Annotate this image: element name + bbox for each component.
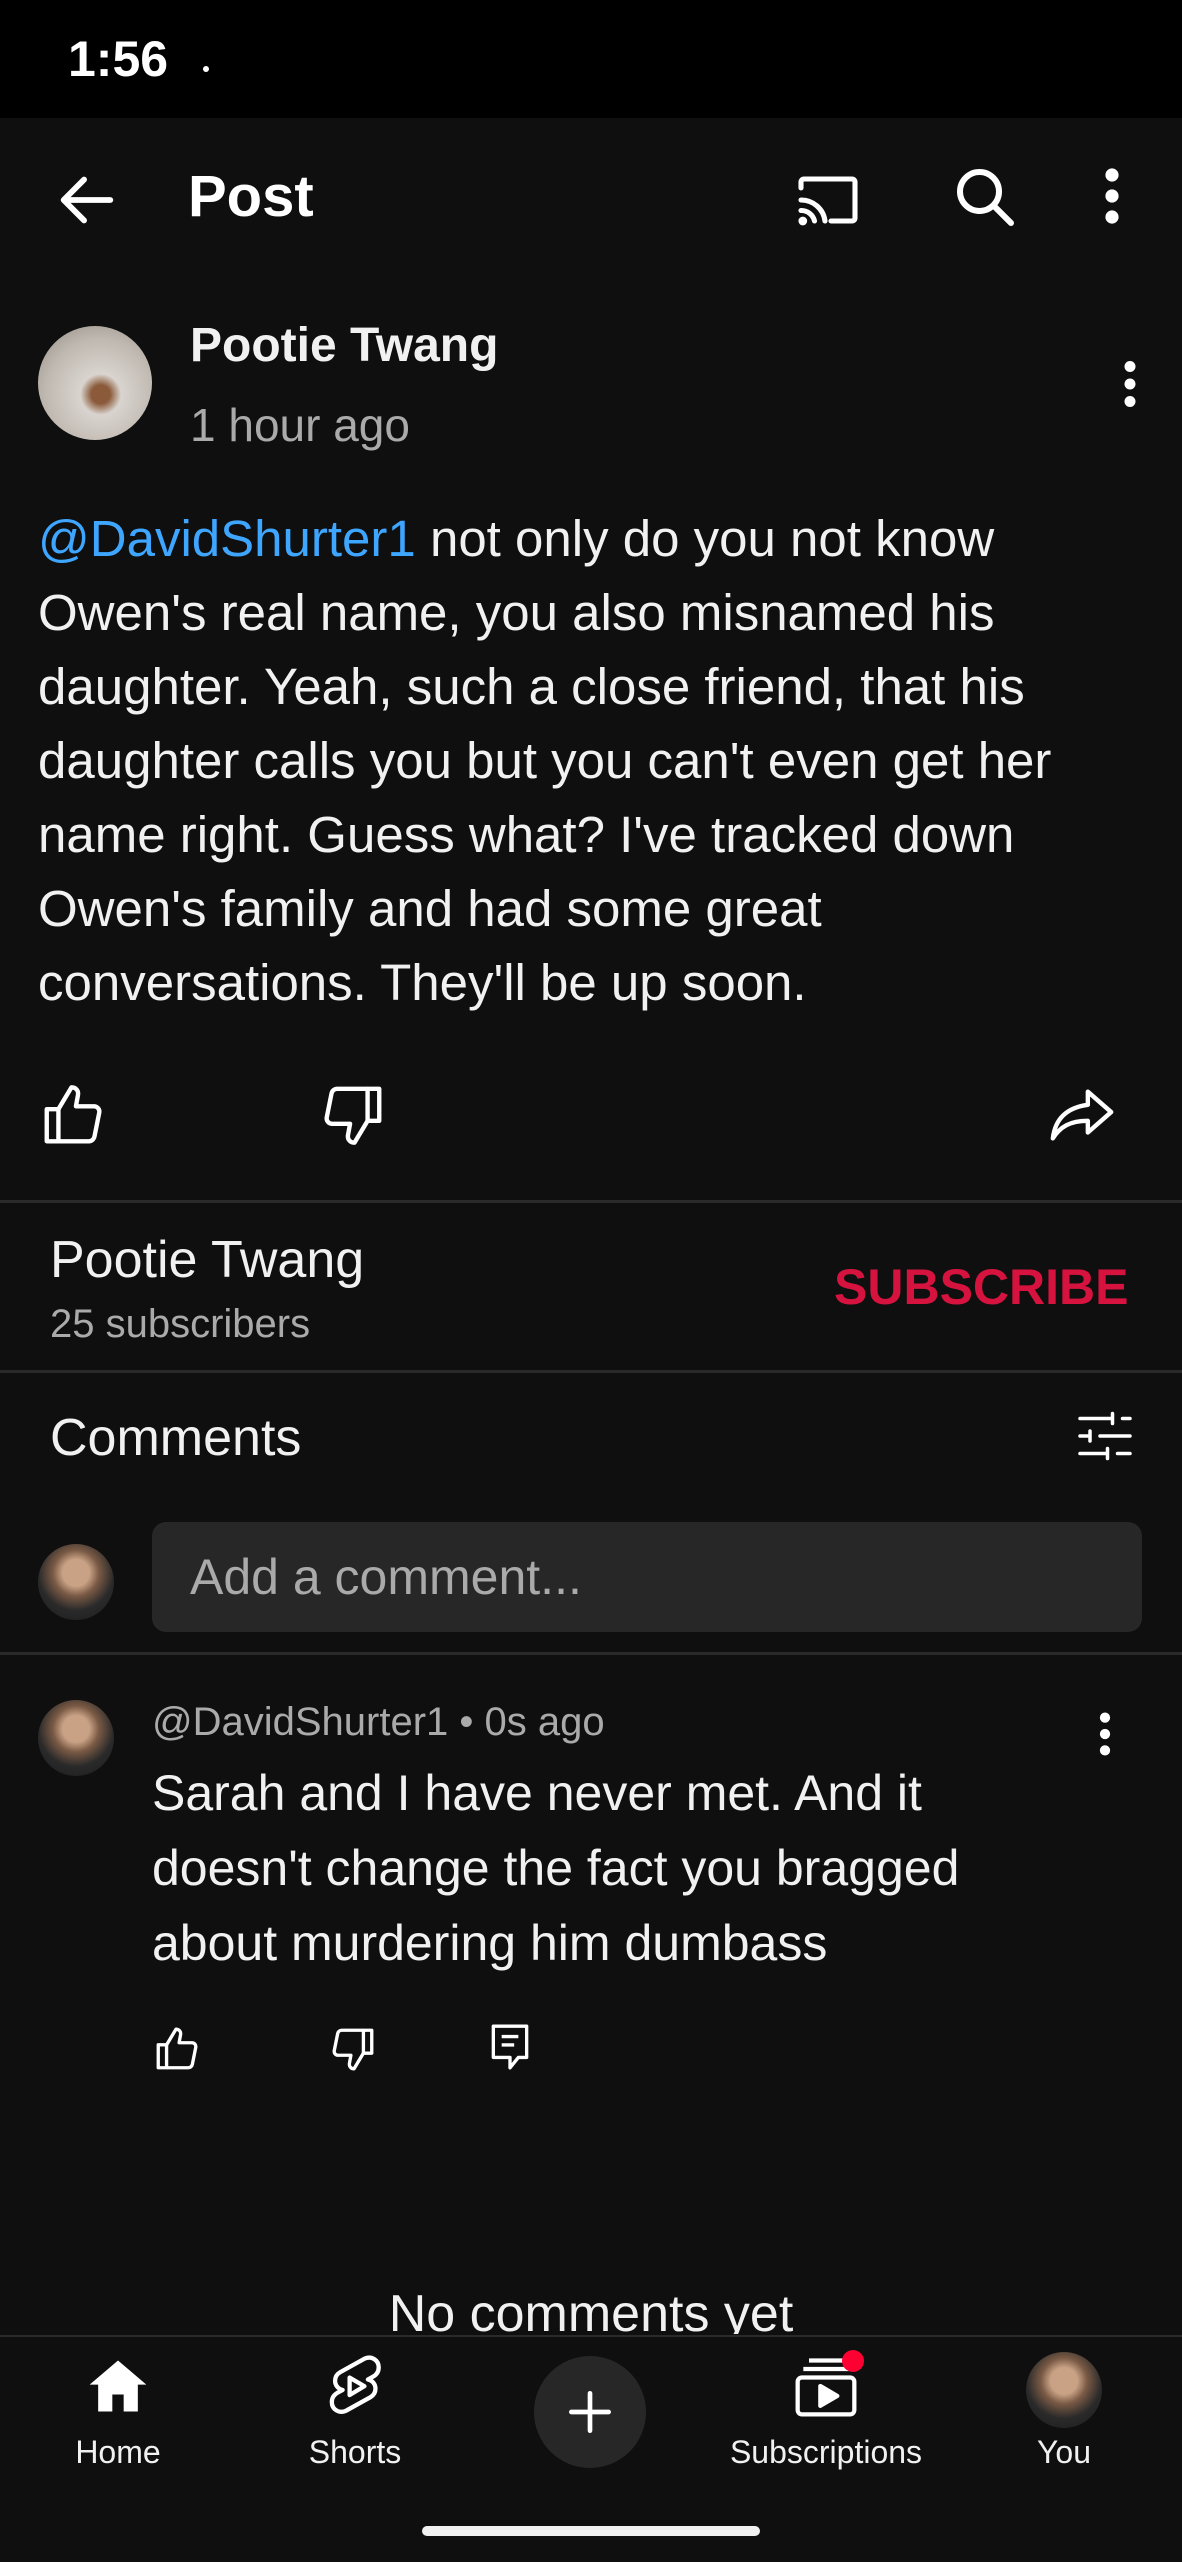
comments-heading: Comments <box>50 1409 302 1467</box>
divider <box>0 1370 1182 1373</box>
home-indicator[interactable] <box>422 2526 760 2536</box>
more-vert-icon[interactable] <box>1090 160 1134 232</box>
search-icon[interactable] <box>948 160 1020 232</box>
nav-label: You <box>1037 2434 1091 2470</box>
nav-you[interactable]: You <box>964 2352 1164 2472</box>
status-bar <box>0 0 1182 118</box>
nav-home[interactable]: Home <box>18 2352 218 2472</box>
notification-dot <box>203 66 209 72</box>
create-button[interactable] <box>534 2356 646 2468</box>
notification-badge <box>842 2350 864 2372</box>
nav-subscriptions[interactable]: Subscriptions <box>726 2352 926 2472</box>
mention-link[interactable]: @DavidShurter1 <box>38 510 416 567</box>
nav-shorts[interactable]: Shorts <box>255 2352 455 2472</box>
page-title: Post <box>188 164 314 229</box>
share-icon[interactable] <box>1046 1080 1118 1150</box>
nav-label: Shorts <box>308 2434 402 2470</box>
avatar <box>1026 2352 1102 2428</box>
reply-icon[interactable] <box>488 2022 532 2072</box>
divider <box>0 1200 1182 1203</box>
avatar[interactable] <box>38 1700 114 1776</box>
add-comment-input[interactable] <box>152 1522 1142 1632</box>
nav-label: Subscriptions <box>729 2434 923 2470</box>
status-time: 1:56 <box>68 31 169 87</box>
comment-more-icon[interactable] <box>1090 1706 1120 1762</box>
sort-filter-icon[interactable] <box>1074 1406 1136 1466</box>
thumb-down-icon[interactable] <box>328 2024 378 2074</box>
post-more-icon[interactable] <box>1110 354 1150 414</box>
post-author-avatar[interactable] <box>38 326 152 440</box>
avatar <box>38 1544 114 1620</box>
thumb-down-icon[interactable] <box>318 1080 388 1150</box>
comment-text: Sarah and I have never met. And it doesn… <box>152 1765 960 1971</box>
thumb-up-icon[interactable] <box>152 2024 202 2074</box>
post-timestamp: 1 hour ago <box>190 399 410 451</box>
post-text: @DavidShurter1 not only do you not know … <box>38 502 1148 1020</box>
channel-name[interactable]: Pootie Twang <box>50 1230 364 1290</box>
empty-comments-text: No comments yet <box>388 2285 794 2334</box>
post-author-name[interactable]: Pootie Twang <box>190 318 498 373</box>
home-icon <box>84 2352 152 2420</box>
shorts-icon <box>322 2352 388 2422</box>
back-arrow-icon[interactable] <box>52 165 122 235</box>
divider <box>0 1652 1182 1655</box>
nav-label: Home <box>75 2434 161 2470</box>
cast-icon[interactable] <box>792 164 864 236</box>
thumb-up-icon[interactable] <box>38 1080 108 1150</box>
subscriber-count: 25 subscribers <box>50 1302 311 1346</box>
comment-meta: @DavidShurter1 • 0s ago <box>152 1700 605 1744</box>
subscribe-button[interactable]: SUBSCRIBE <box>834 1258 1128 1316</box>
plus-icon <box>562 2384 618 2440</box>
post-text-body: not only do you not know Owen's real nam… <box>38 510 1052 1011</box>
